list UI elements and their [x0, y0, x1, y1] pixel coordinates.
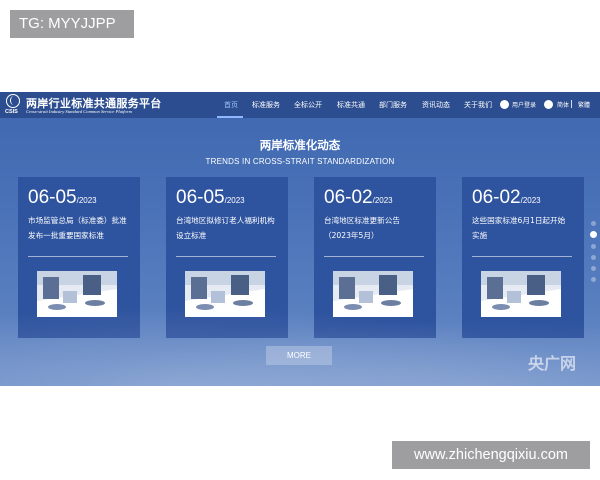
nav-active-indicator: [217, 116, 243, 118]
news-card[interactable]: 06-05/2023 台湾地区拟修订老人福利机构设立标准: [166, 177, 288, 338]
nav-standards-common[interactable]: 标准共通: [337, 100, 365, 110]
nav-news[interactable]: 资讯动态: [422, 100, 450, 110]
news-headline[interactable]: 这些国家标准6月1日起开始实施: [472, 213, 572, 243]
section-title: 两岸标准化动态: [259, 138, 341, 152]
news-thumbnail[interactable]: [481, 271, 561, 317]
lang-simplified[interactable]: 简体: [557, 100, 569, 109]
nav-about[interactable]: 关于我们: [464, 100, 492, 110]
login-link[interactable]: 用户登录: [512, 100, 536, 109]
watermark-top: TG: MYYJJPP: [10, 10, 134, 38]
office-meeting-icon: [37, 271, 117, 317]
nav-home[interactable]: 首页: [224, 100, 238, 110]
lang-separator: [571, 100, 572, 108]
site-title-en: Cross-strait Industry Standard Common Se…: [26, 109, 132, 114]
section-subtitle: TRENDS IN CROSS-STRAIT STANDARDIZATION: [205, 157, 395, 166]
news-date: 06-02/2023: [324, 187, 393, 208]
nav-standards-public[interactable]: 全标公开: [294, 100, 322, 110]
nav-department-services[interactable]: 部门服务: [379, 100, 407, 110]
pager-dot[interactable]: [591, 255, 596, 260]
card-divider: [472, 256, 572, 257]
news-date: 06-02/2023: [472, 187, 541, 208]
user-icon[interactable]: [500, 100, 509, 109]
news-thumbnail[interactable]: [333, 271, 413, 317]
header-bar: CSIS 两岸行业标准共通服务平台 Cross-strait Industry …: [0, 92, 600, 118]
more-button[interactable]: MORE: [266, 346, 332, 365]
pager-dot-active[interactable]: [590, 231, 597, 238]
news-card[interactable]: 06-05/2023 市场监管总局（标准委）批准发布一批重要国家标准: [18, 177, 140, 338]
nav-standard-services[interactable]: 标准服务: [252, 100, 280, 110]
pager-dot[interactable]: [591, 221, 596, 226]
news-headline[interactable]: 台湾地区拟修订老人福利机构设立标准: [176, 213, 276, 243]
office-meeting-icon: [481, 271, 561, 317]
csis-logo-icon[interactable]: [6, 94, 20, 108]
globe-icon[interactable]: [544, 100, 553, 109]
pager-dot[interactable]: [591, 244, 596, 249]
lang-traditional[interactable]: 繁體: [578, 100, 590, 109]
news-headline[interactable]: 市场监管总局（标准委）批准发布一批重要国家标准: [28, 213, 128, 243]
broadcaster-logo: 央广网: [528, 354, 577, 373]
news-date: 06-05/2023: [28, 187, 97, 208]
news-card[interactable]: 06-02/2023 这些国家标准6月1日起开始实施: [462, 177, 584, 338]
website-screenshot: CSIS 两岸行业标准共通服务平台 Cross-strait Industry …: [0, 92, 600, 386]
office-meeting-icon: [333, 271, 413, 317]
card-divider: [324, 256, 424, 257]
logo-abbr: CSIS: [5, 109, 18, 115]
news-card[interactable]: 06-02/2023 台湾地区标准更新公告（2023年5月）: [314, 177, 436, 338]
news-date: 06-05/2023: [176, 187, 245, 208]
pager-dot[interactable]: [591, 277, 596, 282]
news-headline[interactable]: 台湾地区标准更新公告（2023年5月）: [324, 213, 424, 243]
pager-dot[interactable]: [591, 266, 596, 271]
watermark-bottom: www.zhichengqixiu.com: [392, 441, 590, 469]
card-divider: [28, 256, 128, 257]
office-meeting-icon: [185, 271, 265, 317]
news-thumbnail[interactable]: [37, 271, 117, 317]
card-divider: [176, 256, 276, 257]
news-thumbnail[interactable]: [185, 271, 265, 317]
